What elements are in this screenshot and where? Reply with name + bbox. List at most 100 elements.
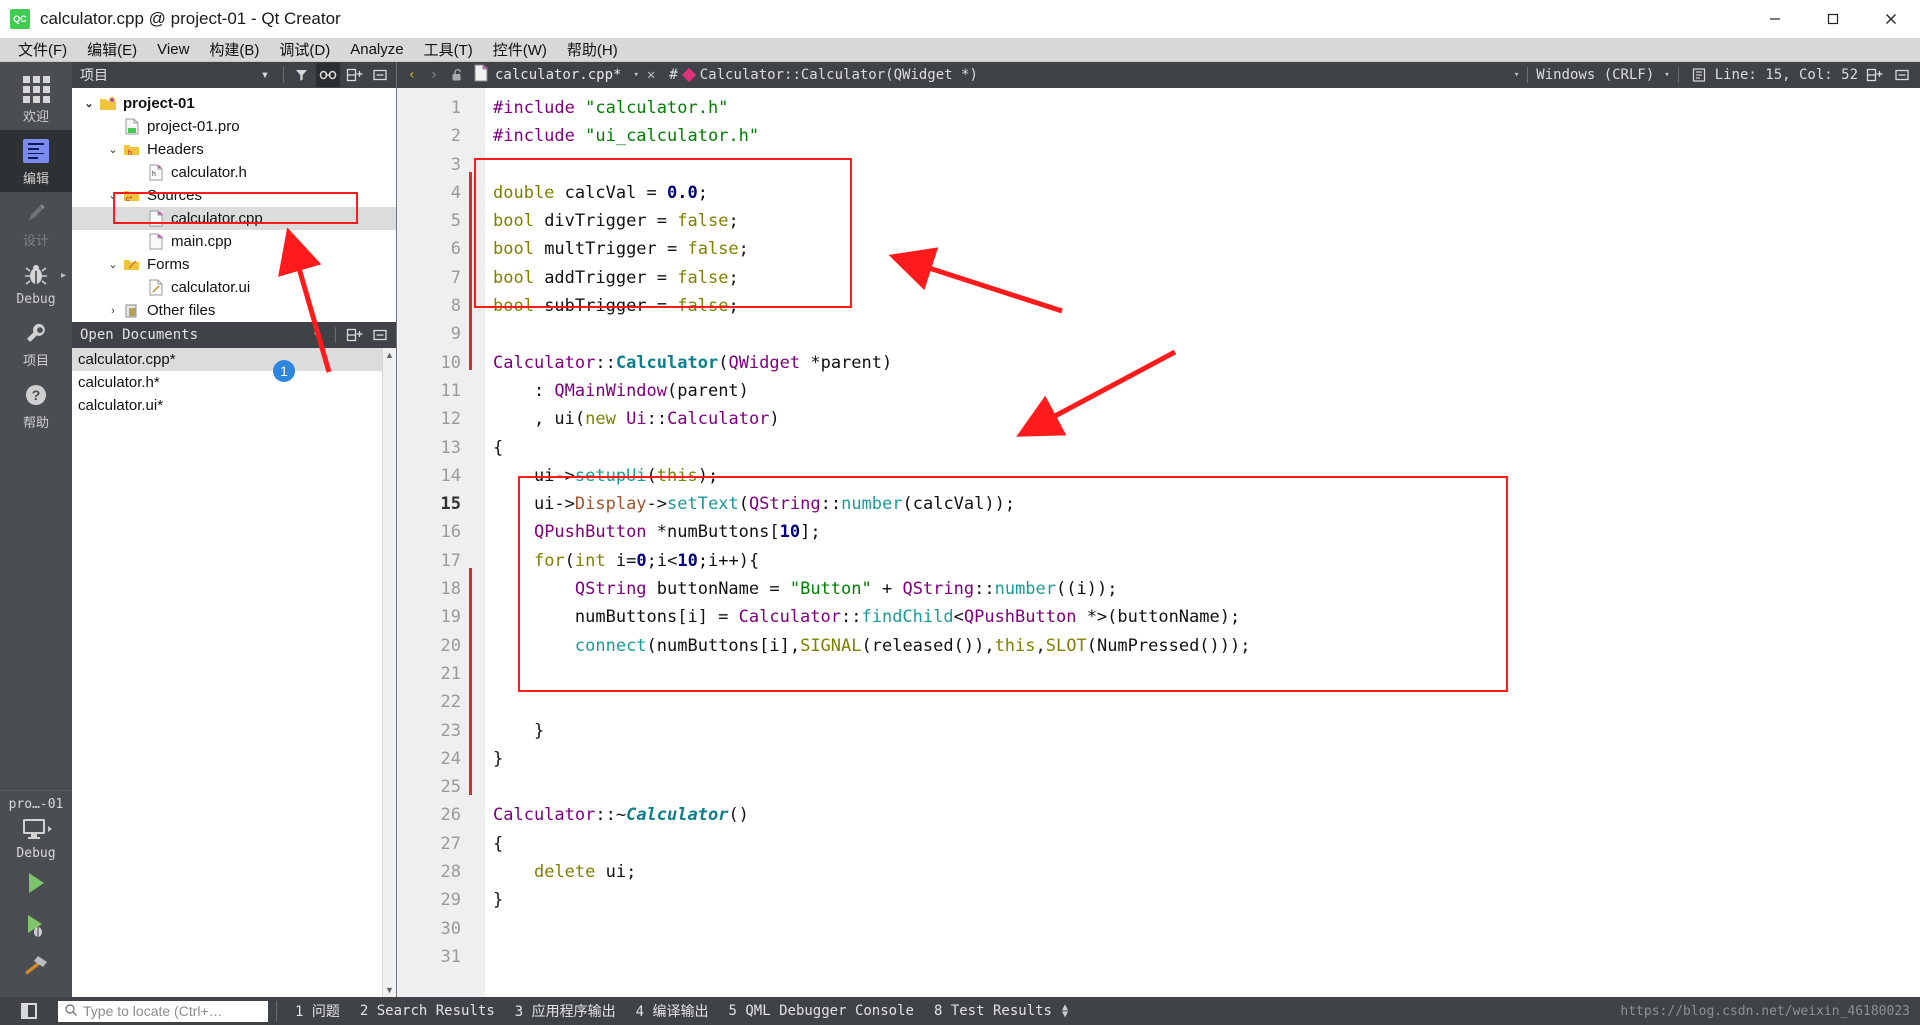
- run-button[interactable]: [12, 863, 60, 903]
- code-text[interactable]: #include "calculator.h" #include "ui_calc…: [485, 88, 1920, 997]
- output-pane-button[interactable]: 4 编译输出: [626, 1001, 719, 1021]
- chevron-toggle-icon[interactable]: ›: [104, 305, 122, 317]
- close-panel-icon[interactable]: [368, 323, 392, 347]
- code-line[interactable]: for(int i=0;i<10;i++){: [485, 547, 1920, 575]
- split-icon[interactable]: [342, 323, 366, 347]
- open-documents-scrollbar[interactable]: ▲ ▼: [382, 348, 396, 997]
- code-line[interactable]: ui->setupUi(this);: [485, 462, 1920, 490]
- maximize-button[interactable]: [1804, 0, 1862, 38]
- navigate-back-button[interactable]: ‹: [401, 67, 423, 83]
- chevron-toggle-icon[interactable]: ⌄: [104, 143, 122, 156]
- code-line[interactable]: #include "ui_calculator.h": [485, 122, 1920, 150]
- locator-input[interactable]: Type to locate (Ctrl+…: [58, 1000, 268, 1022]
- code-line[interactable]: }: [485, 745, 1920, 773]
- kit-selector[interactable]: pro…-01 Debug: [0, 790, 72, 997]
- code-line[interactable]: bool divTrigger = false;: [485, 207, 1920, 235]
- code-line[interactable]: [485, 943, 1920, 971]
- code-line[interactable]: , ui(new Ui::Calculator): [485, 405, 1920, 433]
- code-line[interactable]: [485, 915, 1920, 943]
- target-selector-icon[interactable]: [16, 814, 56, 844]
- open-file-combo[interactable]: calculator.cpp* ▾: [473, 64, 639, 86]
- code-line[interactable]: bool multTrigger = false;: [485, 235, 1920, 263]
- menu-file[interactable]: 文件(F): [8, 37, 77, 62]
- tree-item-other-files[interactable]: › Other files: [72, 299, 396, 322]
- scroll-up-icon[interactable]: ▲: [383, 348, 396, 362]
- code-line[interactable]: [485, 320, 1920, 348]
- code-line[interactable]: numButtons[i] = Calculator::findChild<QP…: [485, 603, 1920, 631]
- menu-build[interactable]: 构建(B): [199, 37, 269, 62]
- code-line[interactable]: #include "calculator.h": [485, 94, 1920, 122]
- output-pane-button[interactable]: 5 QML Debugger Console: [719, 1003, 924, 1019]
- tree-item-sources[interactable]: ⌄ c* Sources: [72, 184, 396, 207]
- chevron-down-icon[interactable]: ▾: [253, 63, 277, 87]
- code-line[interactable]: [485, 660, 1920, 688]
- code-line[interactable]: {: [485, 830, 1920, 858]
- open-document-item[interactable]: calculator.cpp*: [72, 348, 396, 371]
- code-line[interactable]: QPushButton *numButtons[10];: [485, 518, 1920, 546]
- code-editor[interactable]: 123456789101112▾1314151617▾1819202122232…: [397, 88, 1920, 997]
- toggle-line-numbers-button[interactable]: #: [663, 67, 683, 83]
- project-tree[interactable]: ⌄ project-01 project-01.pro ⌄ h Headers h calcu…: [72, 88, 396, 322]
- code-line[interactable]: : QMainWindow(parent): [485, 377, 1920, 405]
- start-debugging-button[interactable]: [12, 905, 60, 945]
- tree-item-calculator-cpp[interactable]: calculator.cpp: [72, 207, 396, 230]
- sidebar-toggle-icon[interactable]: [0, 997, 58, 1025]
- output-pane-button[interactable]: 1 问题: [285, 1001, 350, 1021]
- code-line[interactable]: }: [485, 886, 1920, 914]
- chevron-down-icon[interactable]: ▾: [1664, 70, 1669, 80]
- menu-debug[interactable]: 调试(D): [269, 37, 340, 62]
- output-pane-selector[interactable]: ▲ ▼: [1062, 1003, 1068, 1020]
- open-document-item[interactable]: calculator.h*: [72, 371, 396, 394]
- chevron-toggle-icon[interactable]: ⌄: [80, 97, 98, 110]
- mode-debug[interactable]: ▸ Debug: [0, 254, 72, 312]
- mode-design[interactable]: 设计: [0, 192, 72, 254]
- menu-view[interactable]: View: [147, 39, 199, 60]
- tree-item-project-01[interactable]: ⌄ project-01: [72, 92, 396, 115]
- text-encoding-icon[interactable]: [1687, 63, 1711, 87]
- filter-icon[interactable]: [290, 63, 314, 87]
- close-panel-icon[interactable]: [368, 63, 392, 87]
- navigate-forward-button[interactable]: ›: [423, 67, 445, 83]
- mode-projects[interactable]: 项目: [0, 312, 72, 374]
- menu-window[interactable]: 控件(W): [483, 37, 557, 62]
- mode-welcome[interactable]: 欢迎: [0, 68, 72, 130]
- chevron-down-icon[interactable]: ▾: [305, 323, 329, 347]
- tree-item-project-01-pro[interactable]: project-01.pro: [72, 115, 396, 138]
- mode-edit[interactable]: 编辑: [0, 130, 72, 192]
- chevron-toggle-icon[interactable]: ⌄: [104, 189, 122, 202]
- symbol-selector[interactable]: Calculator::Calculator(QWidget *): [681, 67, 978, 83]
- chevron-toggle-icon[interactable]: ⌄: [104, 258, 122, 271]
- code-line[interactable]: double calcVal = 0.0;: [485, 179, 1920, 207]
- output-pane-button[interactable]: 8 Test Results: [924, 1003, 1062, 1019]
- code-line[interactable]: bool subTrigger = false;: [485, 292, 1920, 320]
- close-button[interactable]: [1862, 0, 1920, 38]
- split-icon[interactable]: [342, 63, 366, 87]
- open-documents-list[interactable]: calculator.cpp* calculator.h* calculator.u…: [72, 348, 396, 997]
- menu-analyze[interactable]: Analyze: [340, 39, 413, 60]
- unlock-icon[interactable]: [445, 63, 469, 87]
- link-icon[interactable]: [316, 63, 340, 87]
- tree-item-calculator-h[interactable]: h calculator.h: [72, 161, 396, 184]
- tree-item-main-cpp[interactable]: main.cpp: [72, 230, 396, 253]
- code-line[interactable]: [485, 773, 1920, 801]
- chevron-down-icon[interactable]: ▾: [1514, 70, 1519, 80]
- menu-edit[interactable]: 编辑(E): [77, 37, 147, 62]
- open-document-item[interactable]: calculator.ui*: [72, 394, 396, 417]
- build-button[interactable]: [12, 947, 60, 987]
- split-editor-icon[interactable]: [1862, 63, 1886, 87]
- code-line[interactable]: QString buttonName = "Button" + QString:…: [485, 575, 1920, 603]
- code-line[interactable]: ui->Display->setText(QString::number(cal…: [485, 490, 1920, 518]
- code-line[interactable]: connect(numButtons[i],SIGNAL(released())…: [485, 632, 1920, 660]
- close-split-icon[interactable]: [1890, 63, 1914, 87]
- code-line[interactable]: bool addTrigger = false;: [485, 264, 1920, 292]
- minimize-button[interactable]: [1746, 0, 1804, 38]
- output-pane-button[interactable]: 2 Search Results: [350, 1003, 505, 1019]
- code-line[interactable]: Calculator::~Calculator(): [485, 801, 1920, 829]
- menu-tools[interactable]: 工具(T): [414, 37, 483, 62]
- output-pane-button[interactable]: 3 应用程序输出: [505, 1001, 626, 1021]
- code-line[interactable]: [485, 688, 1920, 716]
- code-line[interactable]: {: [485, 434, 1920, 462]
- menu-help[interactable]: 帮助(H): [557, 37, 628, 62]
- tree-item-headers[interactable]: ⌄ h Headers: [72, 138, 396, 161]
- scroll-down-icon[interactable]: ▼: [383, 983, 396, 997]
